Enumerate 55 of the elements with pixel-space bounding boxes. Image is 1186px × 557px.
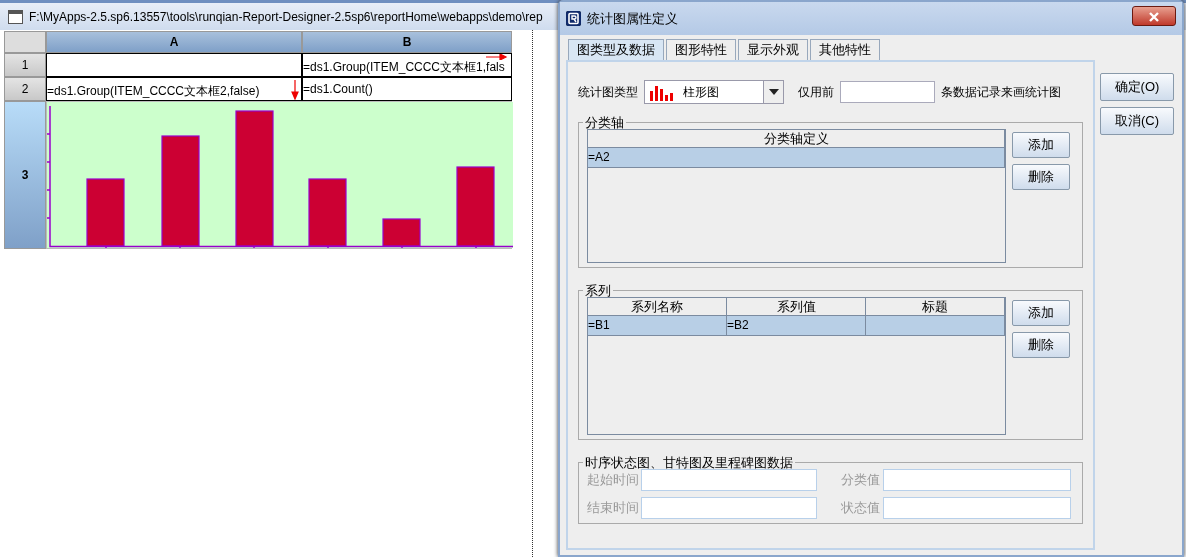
column-header: 系列值 [727, 298, 866, 316]
ok-button[interactable]: 确定(O) [1100, 73, 1174, 101]
group-title: 系列 [584, 284, 612, 297]
cell-formula: =ds1.Group(ITEM_CCCC文本框1,fals [303, 60, 505, 74]
bar [382, 218, 421, 247]
tab[interactable]: 图类型及数据 [568, 39, 664, 60]
table-cell[interactable]: =A2 [588, 148, 1005, 168]
close-button[interactable] [1132, 6, 1176, 26]
input-field[interactable] [883, 469, 1071, 491]
dialog-title: 统计图属性定义 [587, 9, 678, 28]
app-logo-icon [566, 11, 581, 26]
right-arrow-icon [486, 54, 508, 60]
down-arrow-icon [291, 80, 299, 100]
table-cell[interactable] [866, 316, 1005, 336]
row-header[interactable]: 3 [4, 101, 46, 249]
caret-icon [768, 89, 779, 95]
chart-type-dropdown[interactable]: 柱形图 [644, 80, 784, 104]
column-header[interactable]: B [302, 31, 512, 53]
table-cell[interactable]: =B2 [727, 316, 866, 336]
field-label: 条数据记录来画统计图 [941, 84, 1061, 101]
add-button[interactable]: 添加 [1012, 300, 1070, 326]
close-icon [1149, 12, 1159, 23]
input-field[interactable] [641, 469, 817, 491]
tab[interactable]: 图形特性 [666, 39, 736, 60]
group-title: 分类轴 [584, 116, 625, 129]
corner-header [4, 31, 46, 53]
tab[interactable]: 显示外观 [738, 39, 808, 60]
add-button[interactable]: 添加 [1012, 132, 1070, 158]
field-label: 仅用前 [798, 84, 834, 101]
table-cell[interactable]: =B1 [588, 316, 727, 336]
field-label: 起始时间 [587, 471, 640, 490]
input-field[interactable] [883, 497, 1071, 519]
cell-formula: =ds1.Count() [303, 81, 373, 98]
row-header[interactable]: 1 [4, 53, 46, 77]
cell-formula: =ds1.Group(ITEM_CCCC文本框2,false) [47, 84, 260, 98]
record-count-field[interactable] [840, 81, 935, 103]
field-label: 状态值 [840, 499, 881, 518]
field-label: 分类值 [840, 471, 881, 490]
group-title: 时序状态图、甘特图及里程碑图数据 [584, 456, 794, 469]
window-icon [8, 9, 23, 24]
bar [308, 178, 347, 247]
row-header[interactable]: 2 [4, 77, 46, 101]
cancel-button[interactable]: 取消(C) [1100, 107, 1174, 135]
bar [86, 178, 125, 247]
column-header: 系列名称 [588, 298, 727, 316]
delete-button[interactable]: 删除 [1012, 164, 1070, 190]
column-header: 标题 [866, 298, 1005, 316]
field-label: 统计图类型 [578, 84, 638, 101]
delete-button[interactable]: 删除 [1012, 332, 1070, 358]
input-field[interactable] [641, 497, 817, 519]
column-header[interactable]: A [46, 31, 302, 53]
field-label: 结束时间 [587, 499, 640, 518]
tab[interactable]: 其他特性 [810, 39, 880, 60]
column-header: 分类轴定义 [588, 130, 1005, 148]
window-title: F:\MyApps-2.5.sp6.13557\tools\runqian-Report-Designer-2.5sp6\reportHome\webapps\demo\rep [29, 8, 543, 26]
